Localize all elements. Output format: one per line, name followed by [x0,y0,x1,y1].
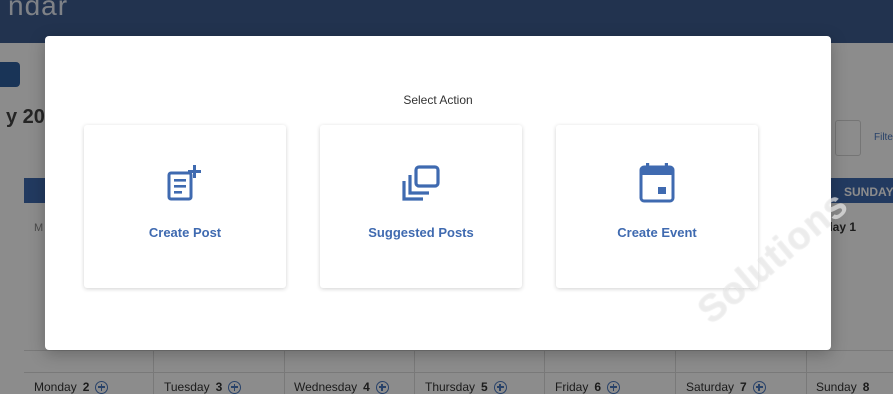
create-post-icon [84,162,286,204]
suggested-posts-card[interactable]: Suggested Posts [320,125,522,288]
suggested-posts-label: Suggested Posts [368,225,474,240]
suggested-posts-icon [320,162,522,204]
create-event-label: Create Event [617,225,697,240]
calendar-event-icon [556,162,758,204]
create-event-card[interactable]: Create Event [556,125,758,288]
create-post-card[interactable]: Create Post [84,125,286,288]
create-post-label: Create Post [148,225,222,240]
dialog-title: Select Action [403,93,473,107]
